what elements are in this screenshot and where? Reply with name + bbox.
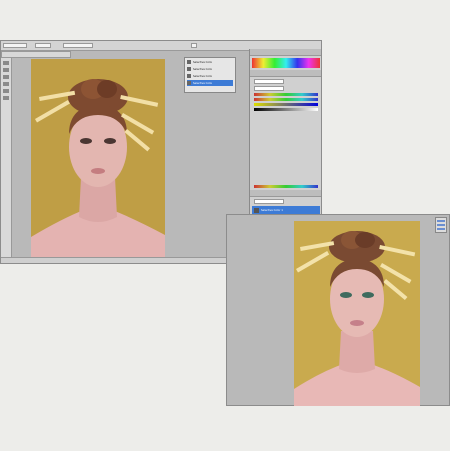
options-field[interactable] bbox=[3, 43, 27, 48]
history-item[interactable]: Selective Color bbox=[187, 80, 233, 86]
history-state-icon bbox=[187, 81, 191, 85]
layers-panel-tab[interactable] bbox=[250, 190, 321, 197]
options-field[interactable] bbox=[35, 43, 51, 48]
layer-thumbnail-icon bbox=[254, 207, 259, 213]
tool-icon[interactable] bbox=[3, 82, 9, 86]
history-item[interactable]: Selective Color bbox=[187, 66, 233, 72]
tools-panel bbox=[1, 58, 12, 263]
history-item[interactable]: Selective Color bbox=[187, 73, 233, 79]
history-item[interactable]: Selective Color bbox=[187, 59, 233, 65]
blend-mode-dropdown[interactable] bbox=[254, 199, 284, 204]
tool-icon[interactable] bbox=[3, 89, 9, 93]
tool-icon[interactable] bbox=[3, 96, 9, 100]
history-state-icon bbox=[187, 67, 191, 71]
color-spectrum[interactable] bbox=[252, 58, 320, 68]
tool-icon[interactable] bbox=[3, 75, 9, 79]
color-panel-tab[interactable] bbox=[250, 49, 321, 56]
mini-panel-icon[interactable] bbox=[437, 220, 445, 222]
document-tab[interactable] bbox=[1, 51, 71, 58]
cyan-slider[interactable] bbox=[254, 93, 318, 96]
options-dropdown[interactable] bbox=[63, 43, 93, 48]
portrait-photo-before bbox=[31, 59, 165, 259]
preset-dropdown[interactable] bbox=[254, 79, 284, 84]
layer-row[interactable]: Selective Color 1 bbox=[252, 206, 320, 214]
options-button[interactable] bbox=[191, 43, 197, 48]
colors-dropdown[interactable] bbox=[254, 86, 284, 91]
mini-panel bbox=[435, 217, 447, 233]
yellow-slider[interactable] bbox=[254, 103, 318, 106]
history-state-icon bbox=[187, 74, 191, 78]
color-ramp bbox=[254, 185, 318, 188]
mini-panel-icon[interactable] bbox=[437, 228, 445, 230]
history-state-icon bbox=[187, 60, 191, 64]
history-panel: Selective Color Selective Color Selectiv… bbox=[184, 57, 236, 93]
adjustments-panel-tab[interactable] bbox=[250, 70, 321, 77]
portrait-photo-after bbox=[294, 221, 420, 406]
magenta-slider[interactable] bbox=[254, 98, 318, 101]
tool-icon[interactable] bbox=[3, 61, 9, 65]
tool-icon[interactable] bbox=[3, 68, 9, 72]
mini-panel-icon[interactable] bbox=[437, 224, 445, 226]
black-slider[interactable] bbox=[254, 108, 318, 111]
